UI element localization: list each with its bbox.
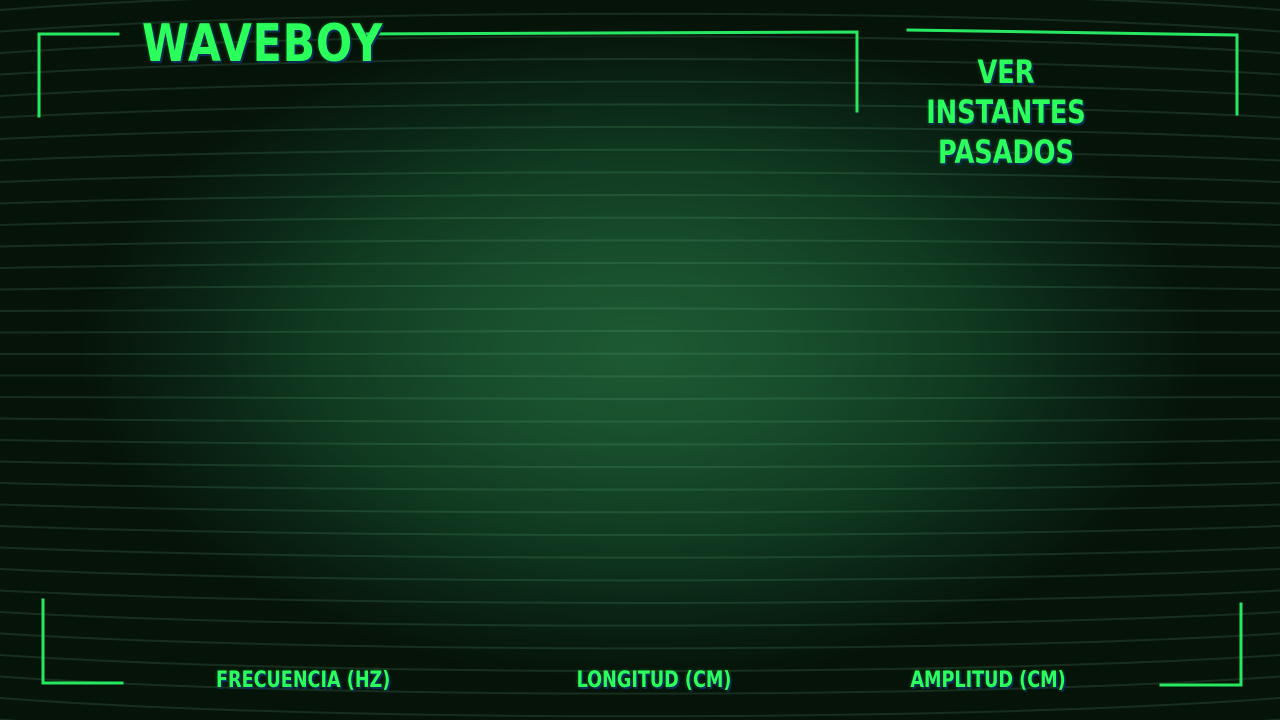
wave-line <box>0 216 1280 226</box>
length-label: LONGITUD (CM) <box>576 668 732 693</box>
wave-line <box>0 525 1280 536</box>
wave-line <box>0 396 1280 401</box>
wave-line <box>0 194 1280 205</box>
wave-line <box>0 568 1280 582</box>
frequency-label: FRECUENCIA (HZ) <box>216 668 391 693</box>
wave-line <box>0 0 1280 11</box>
wave-line <box>0 611 1280 627</box>
wave-line <box>0 171 1280 183</box>
wave-line <box>0 417 1280 423</box>
amplitude-label: AMPLITUD (CM) <box>910 668 1066 693</box>
wave-line <box>0 330 1280 334</box>
wave-line <box>0 503 1280 514</box>
wave-line <box>0 284 1280 291</box>
game-title: WAVEBOY <box>142 14 384 74</box>
wave-line <box>0 632 1280 650</box>
wave-line <box>0 374 1280 378</box>
wave-line <box>0 697 1280 718</box>
wave-line <box>0 439 1280 446</box>
wave-line <box>0 460 1280 468</box>
past-button-label-line2: PASADOS <box>938 133 1074 171</box>
wave-line <box>0 239 1280 248</box>
view-past-instants-button[interactable]: VER INSTANTES PASADOS <box>921 52 1091 172</box>
game-screen: WAVEBOY VER INSTANTES PASADOS FRECUENCIA… <box>0 0 1280 720</box>
wave-line <box>0 262 1280 269</box>
wave-line <box>0 482 1280 491</box>
wave-line <box>0 589 1280 604</box>
wave-line <box>0 307 1280 312</box>
wave-line <box>0 546 1280 559</box>
past-button-label-line1: VER INSTANTES <box>926 53 1086 131</box>
